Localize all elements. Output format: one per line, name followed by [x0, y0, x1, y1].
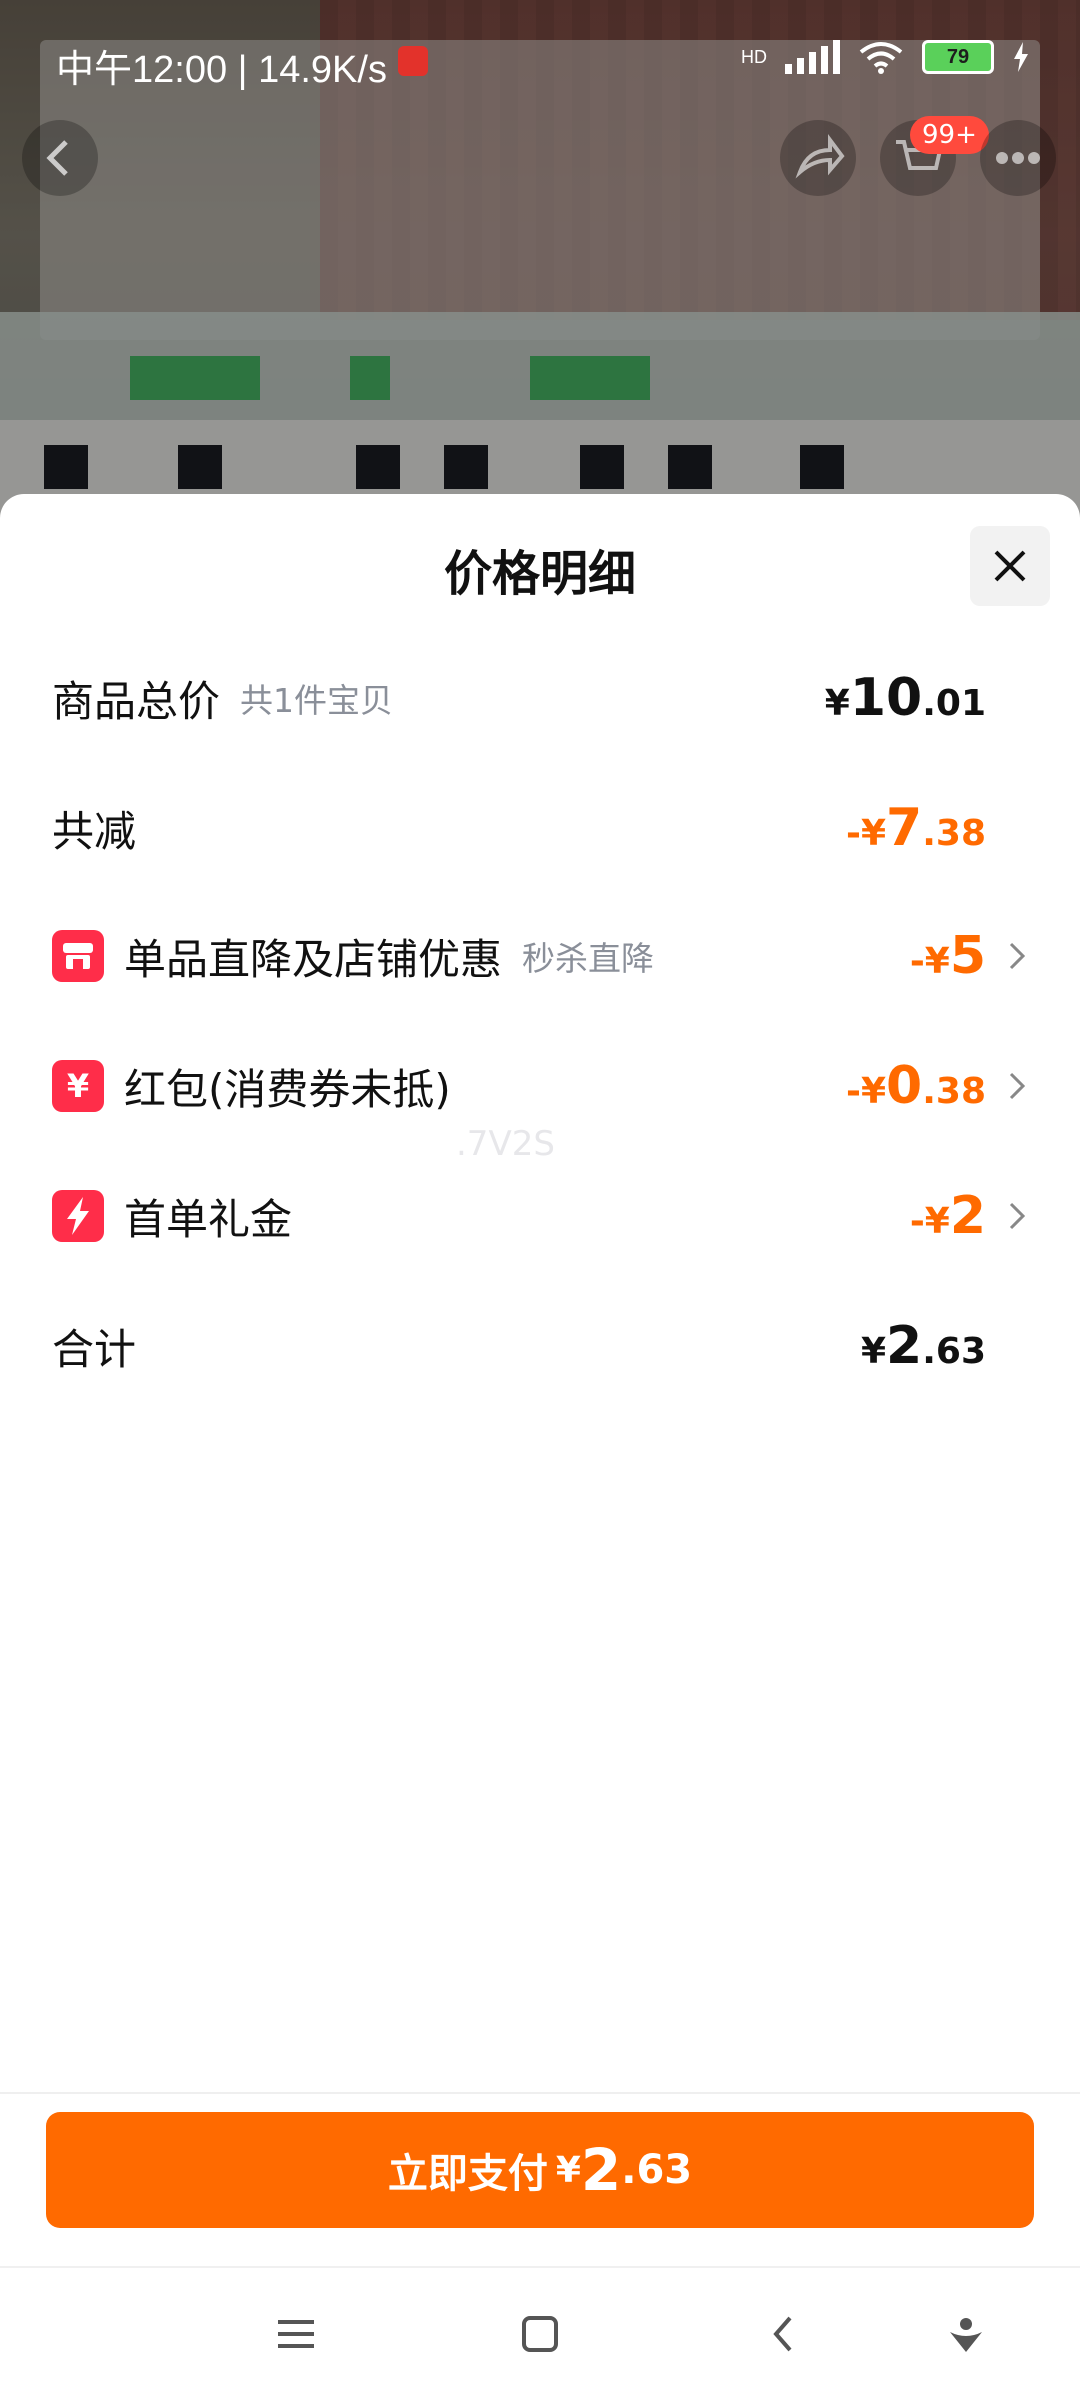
row-amount: -¥2	[909, 1186, 986, 1246]
row-store-discount[interactable]: 单品直降及店铺优惠 秒杀直降 -¥5	[52, 916, 1028, 996]
pay-amount-int: 2	[580, 2136, 622, 2204]
pay-label: 立即支付	[387, 2151, 548, 2197]
row-amount: -¥5	[909, 926, 986, 986]
more-button[interactable]	[980, 120, 1056, 196]
row-label: 商品总价	[52, 676, 221, 726]
row-label: 共减	[52, 806, 137, 856]
back-nav-icon[interactable]	[754, 2304, 814, 2364]
status-time: 中午12:00 | 14.9K/s	[56, 49, 387, 91]
row-amount: -¥7.38	[846, 798, 986, 858]
recording-icon	[398, 46, 428, 76]
system-nav-bar	[0, 2268, 1080, 2400]
close-button[interactable]	[970, 526, 1050, 606]
wifi-icon	[859, 42, 903, 74]
row-label: 首单礼金	[124, 1194, 293, 1244]
assistant-icon[interactable]	[936, 2304, 996, 2364]
row-amount: ¥10.01	[824, 668, 986, 728]
row-goods-total: 商品总价 共1件宝贝 ¥10.01	[52, 658, 1028, 738]
charging-icon	[1014, 42, 1028, 72]
battery-icon: 79	[922, 40, 994, 74]
row-sub: 共1件宝贝	[240, 681, 394, 720]
pay-currency: ¥	[555, 2149, 581, 2191]
row-subtotal: 合计 ¥2.63	[52, 1306, 1028, 1386]
row-total-reduction: 共减 -¥7.38	[52, 788, 1028, 868]
home-icon[interactable]	[510, 2304, 570, 2364]
menu-icon[interactable]	[266, 2304, 326, 2364]
row-sub: 秒杀直降	[522, 939, 655, 978]
sheet-title: 价格明细	[443, 546, 636, 602]
row-label: 单品直降及店铺优惠	[124, 934, 503, 984]
row-red-packet[interactable]: ¥ 红包(消费券未抵) -¥0.38	[52, 1046, 1028, 1126]
pay-now-button[interactable]: 立即支付 ¥ 2 .63	[46, 2112, 1034, 2228]
row-amount: -¥0.38	[846, 1056, 986, 1116]
store-icon	[52, 930, 104, 982]
lightning-icon	[52, 1190, 104, 1242]
row-label: 合计	[52, 1324, 137, 1374]
network-label: HD	[741, 46, 767, 67]
close-icon	[994, 550, 1026, 582]
signal-icon	[785, 40, 840, 74]
back-button[interactable]	[22, 120, 98, 196]
row-amount: ¥2.63	[860, 1316, 986, 1376]
red-packet-icon: ¥	[52, 1060, 104, 1112]
row-label: 红包(消费券未抵)	[124, 1064, 451, 1114]
chevron-right-icon	[1009, 1202, 1026, 1230]
cart-badge: 99+	[910, 116, 989, 154]
row-first-order-gift[interactable]: 首单礼金 -¥2	[52, 1176, 1028, 1256]
chevron-right-icon	[1009, 1072, 1026, 1100]
divider	[0, 2092, 1080, 2094]
status-bar: 中午12:00 | 14.9K/s HD 79	[0, 0, 1080, 96]
share-button[interactable]	[780, 120, 856, 196]
chevron-right-icon	[1009, 942, 1026, 970]
watermark: .7V2S	[456, 1124, 555, 1164]
pay-amount-dec: .63	[621, 2147, 693, 2193]
